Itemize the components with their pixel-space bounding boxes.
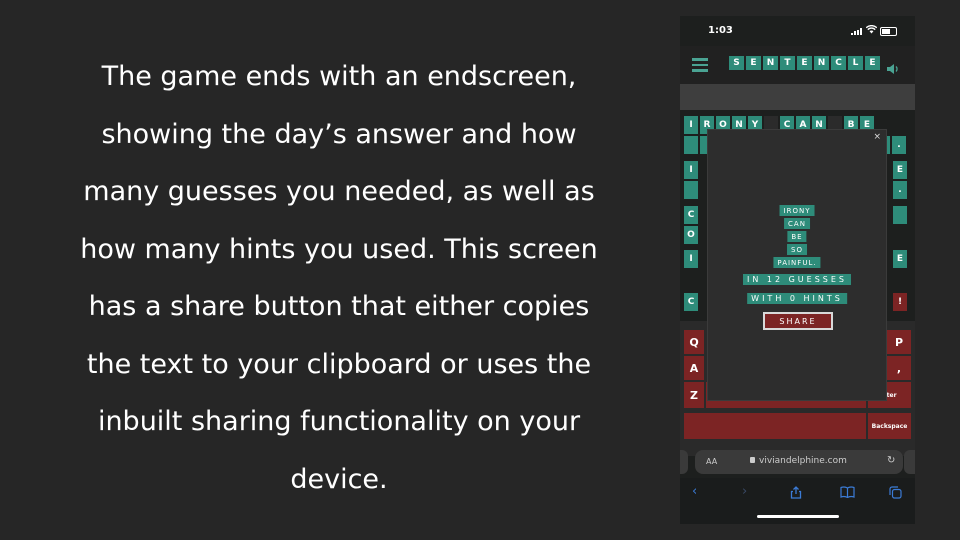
description-line: many guesses you needed, as well as [83,176,595,207]
tabs-icon[interactable] [889,486,902,503]
guess-row: I [684,250,698,268]
tile [684,136,698,154]
tile: I [684,161,698,179]
tile: ! [893,293,907,311]
url-text[interactable]: viviandelphine.com [759,456,847,466]
title-tile: T [780,56,795,70]
guess-row: O [684,226,698,244]
guess-row: . [893,181,907,199]
back-icon[interactable]: ‹ [692,484,697,499]
answer-word: CAN [784,218,810,229]
description-line: inbuilt sharing functionality on your [97,406,581,437]
forward-icon[interactable]: › [742,484,747,499]
tile: . [893,181,907,199]
tile: C [684,206,698,224]
guesses-count: IN 12 GUESSES [742,274,852,285]
hints-count: WITH 0 HINTS [747,293,847,304]
bookmarks-icon[interactable] [840,486,855,502]
tile: I [684,250,698,268]
answer-word: IRONY [779,205,815,216]
text-size-button[interactable]: AA [706,457,717,466]
tab-stub-right [904,450,915,474]
app-header: S E N T E N C L E [680,46,915,84]
tile [893,206,907,224]
description-line: how many hints you used. This screen [80,233,598,265]
share-icon[interactable] [790,486,802,502]
guess-row [684,181,698,199]
tab-stub-left [680,450,688,474]
tile: I [684,116,698,134]
answer-word-tile: CAN [784,218,810,229]
title-tile: N [814,56,829,70]
guess-row: E [893,250,907,268]
phone-screenshot: 1:03 S E N T E N C L E I R O N Y C A N B… [680,16,915,524]
answer-word: PAINFUL. [773,257,821,268]
answer-word-tile: PAINFUL. [773,257,821,268]
guess-row [893,206,907,224]
description-line: device. [290,463,388,495]
close-icon[interactable]: × [873,132,881,142]
tile: E [893,250,907,268]
guesses-text: IN 12 GUESSES [742,274,852,285]
title-tile: E [746,56,761,70]
key-q[interactable]: Q [684,330,704,354]
description-line: the text to your clipboard or uses the [86,348,592,380]
answer-word: BE [787,231,807,242]
tile [684,181,698,199]
endscreen-modal: × IRONY CAN BE SO PAINFUL. IN 12 GUESSES… [707,129,887,401]
status-time: 1:03 [708,25,733,36]
title-tile: C [831,56,846,70]
hints-text: WITH 0 HINTS [747,293,847,304]
share-button[interactable]: SHARE [763,312,833,330]
answer-word-tile: BE [787,231,807,242]
title-tile: N [763,56,778,70]
key-comma[interactable]: , [887,356,911,380]
answer-word-tile: SO [787,244,807,255]
title-tile: E [865,56,880,70]
guess-row: E [893,161,907,179]
guess-row: I [684,161,698,179]
key-backspace[interactable]: Backspace [868,413,911,439]
guess-row: ! [893,293,907,311]
wifi-icon [865,24,878,37]
description-line: showing the day’s answer and how [101,118,577,150]
guess-row: C [684,293,698,311]
address-bar[interactable]: AA viviandelphine.com ↻ [695,450,903,474]
key-a[interactable]: A [684,356,704,380]
title-tile: L [848,56,863,70]
battery-icon [880,27,897,36]
speaker-icon[interactable] [886,60,900,74]
tile: E [893,161,907,179]
answer-word: SO [787,244,807,255]
lock-icon [750,457,755,463]
tile: . [892,136,906,154]
key-space[interactable] [684,413,866,439]
description-text: The game ends with an endscreen, showing… [30,48,648,508]
tile: O [684,226,698,244]
description-line: has a share button that either copies [88,291,590,322]
home-indicator [757,515,839,518]
hint-bar [680,84,915,110]
key-p[interactable]: P [887,330,911,354]
app-title: S E N T E N C L E [729,56,880,70]
tile: C [684,293,698,311]
description-line: The game ends with an endscreen, [101,61,577,92]
answer-word-tile: IRONY [779,205,815,216]
status-bar: 1:03 [680,16,915,46]
reload-icon[interactable]: ↻ [887,455,895,466]
signal-icon [851,28,863,35]
title-tile: S [729,56,744,70]
guess-row: C [684,206,698,224]
title-tile: E [797,56,812,70]
key-z[interactable]: Z [684,382,704,408]
hamburger-icon[interactable] [692,58,708,72]
